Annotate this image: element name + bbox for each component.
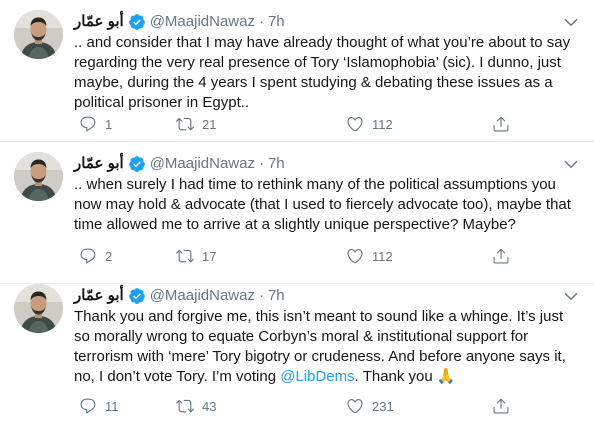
- verified-badge-icon: [128, 13, 146, 31]
- tweet-actions: 2 17 112: [74, 245, 554, 267]
- retweet-count: 43: [202, 398, 217, 414]
- tweet-text: .. and consider that I may have already …: [74, 34, 571, 111]
- share-icon: [492, 247, 510, 265]
- retweet-count: 21: [202, 116, 217, 132]
- user-handle[interactable]: @MaajidNawaz: [150, 285, 255, 307]
- reply-count: 1: [105, 116, 113, 132]
- reply-icon: [79, 115, 97, 133]
- timestamp[interactable]: 7h: [268, 285, 285, 307]
- tweet[interactable]: أبو عمّار @MaajidNawaz · 7h .. and consi…: [0, 0, 594, 142]
- share-icon: [492, 115, 510, 133]
- retweet-icon: [176, 397, 194, 415]
- retweet-icon: [176, 115, 194, 133]
- reply-icon: [79, 247, 97, 265]
- user-handle[interactable]: @MaajidNawaz: [150, 11, 255, 33]
- tweet[interactable]: أبو عمّار @MaajidNawaz · 7h Thank you an…: [0, 274, 594, 431]
- tweet-actions: 1 21 112: [74, 113, 554, 135]
- tweet-text: Thank you and forgive me, this isn’t mea…: [74, 307, 579, 387]
- retweet-button[interactable]: 17: [176, 245, 216, 267]
- tweet-header: أبو عمّار @MaajidNawaz · 7h: [74, 153, 554, 175]
- reply-button[interactable]: 1: [79, 113, 112, 135]
- separator-dot: ·: [258, 155, 264, 172]
- timestamp[interactable]: 7h: [268, 11, 285, 33]
- tweet-actions: 11 43 231: [74, 395, 554, 417]
- reply-button[interactable]: 11: [79, 395, 119, 417]
- verified-badge-icon: [128, 287, 146, 305]
- share-button[interactable]: [492, 113, 510, 135]
- profile-photo: [14, 10, 63, 59]
- share-button[interactable]: [492, 245, 510, 267]
- chevron-down-icon[interactable]: [562, 287, 580, 305]
- heart-icon: [346, 397, 364, 415]
- retweet-count: 17: [202, 248, 217, 264]
- like-count: 112: [372, 248, 393, 264]
- tweet-header: أبو عمّار @MaajidNawaz · 7h: [74, 11, 554, 33]
- like-button[interactable]: 112: [346, 245, 393, 267]
- tweet-text-part: . Thank you 🙏: [354, 368, 456, 385]
- like-button[interactable]: 112: [346, 113, 393, 135]
- retweet-button[interactable]: 43: [176, 395, 216, 417]
- separator-dot: ·: [258, 287, 264, 304]
- chevron-down-icon[interactable]: [562, 13, 580, 31]
- avatar[interactable]: [14, 152, 63, 201]
- tweet[interactable]: أبو عمّار @MaajidNawaz · 7h .. when sure…: [0, 142, 594, 284]
- timestamp[interactable]: 7h: [268, 153, 285, 175]
- display-name[interactable]: أبو عمّار: [74, 11, 124, 33]
- separator-dot: ·: [258, 13, 264, 30]
- profile-photo: [14, 152, 63, 201]
- display-name[interactable]: أبو عمّار: [74, 285, 124, 307]
- tweet-header: أبو عمّار @MaajidNawaz · 7h: [74, 285, 554, 307]
- like-count: 112: [372, 116, 393, 132]
- heart-icon: [346, 247, 364, 265]
- share-button[interactable]: [492, 395, 510, 417]
- verified-badge-icon: [128, 155, 146, 173]
- heart-icon: [346, 115, 364, 133]
- reply-count: 2: [105, 248, 113, 264]
- share-icon: [492, 397, 510, 415]
- mention-link[interactable]: @LibDems: [280, 368, 354, 385]
- display-name[interactable]: أبو عمّار: [74, 153, 124, 175]
- tweet-text: .. when surely I had time to rethink man…: [74, 176, 571, 233]
- avatar[interactable]: [14, 284, 63, 333]
- reply-button[interactable]: 2: [79, 245, 112, 267]
- avatar[interactable]: [14, 10, 63, 59]
- retweet-icon: [176, 247, 194, 265]
- like-count: 231: [372, 398, 394, 414]
- like-button[interactable]: 231: [346, 395, 394, 417]
- retweet-button[interactable]: 21: [176, 113, 216, 135]
- profile-photo: [14, 284, 63, 333]
- user-handle[interactable]: @MaajidNawaz: [150, 153, 255, 175]
- reply-icon: [79, 397, 97, 415]
- chevron-down-icon[interactable]: [562, 155, 580, 173]
- reply-count: 11: [105, 398, 119, 414]
